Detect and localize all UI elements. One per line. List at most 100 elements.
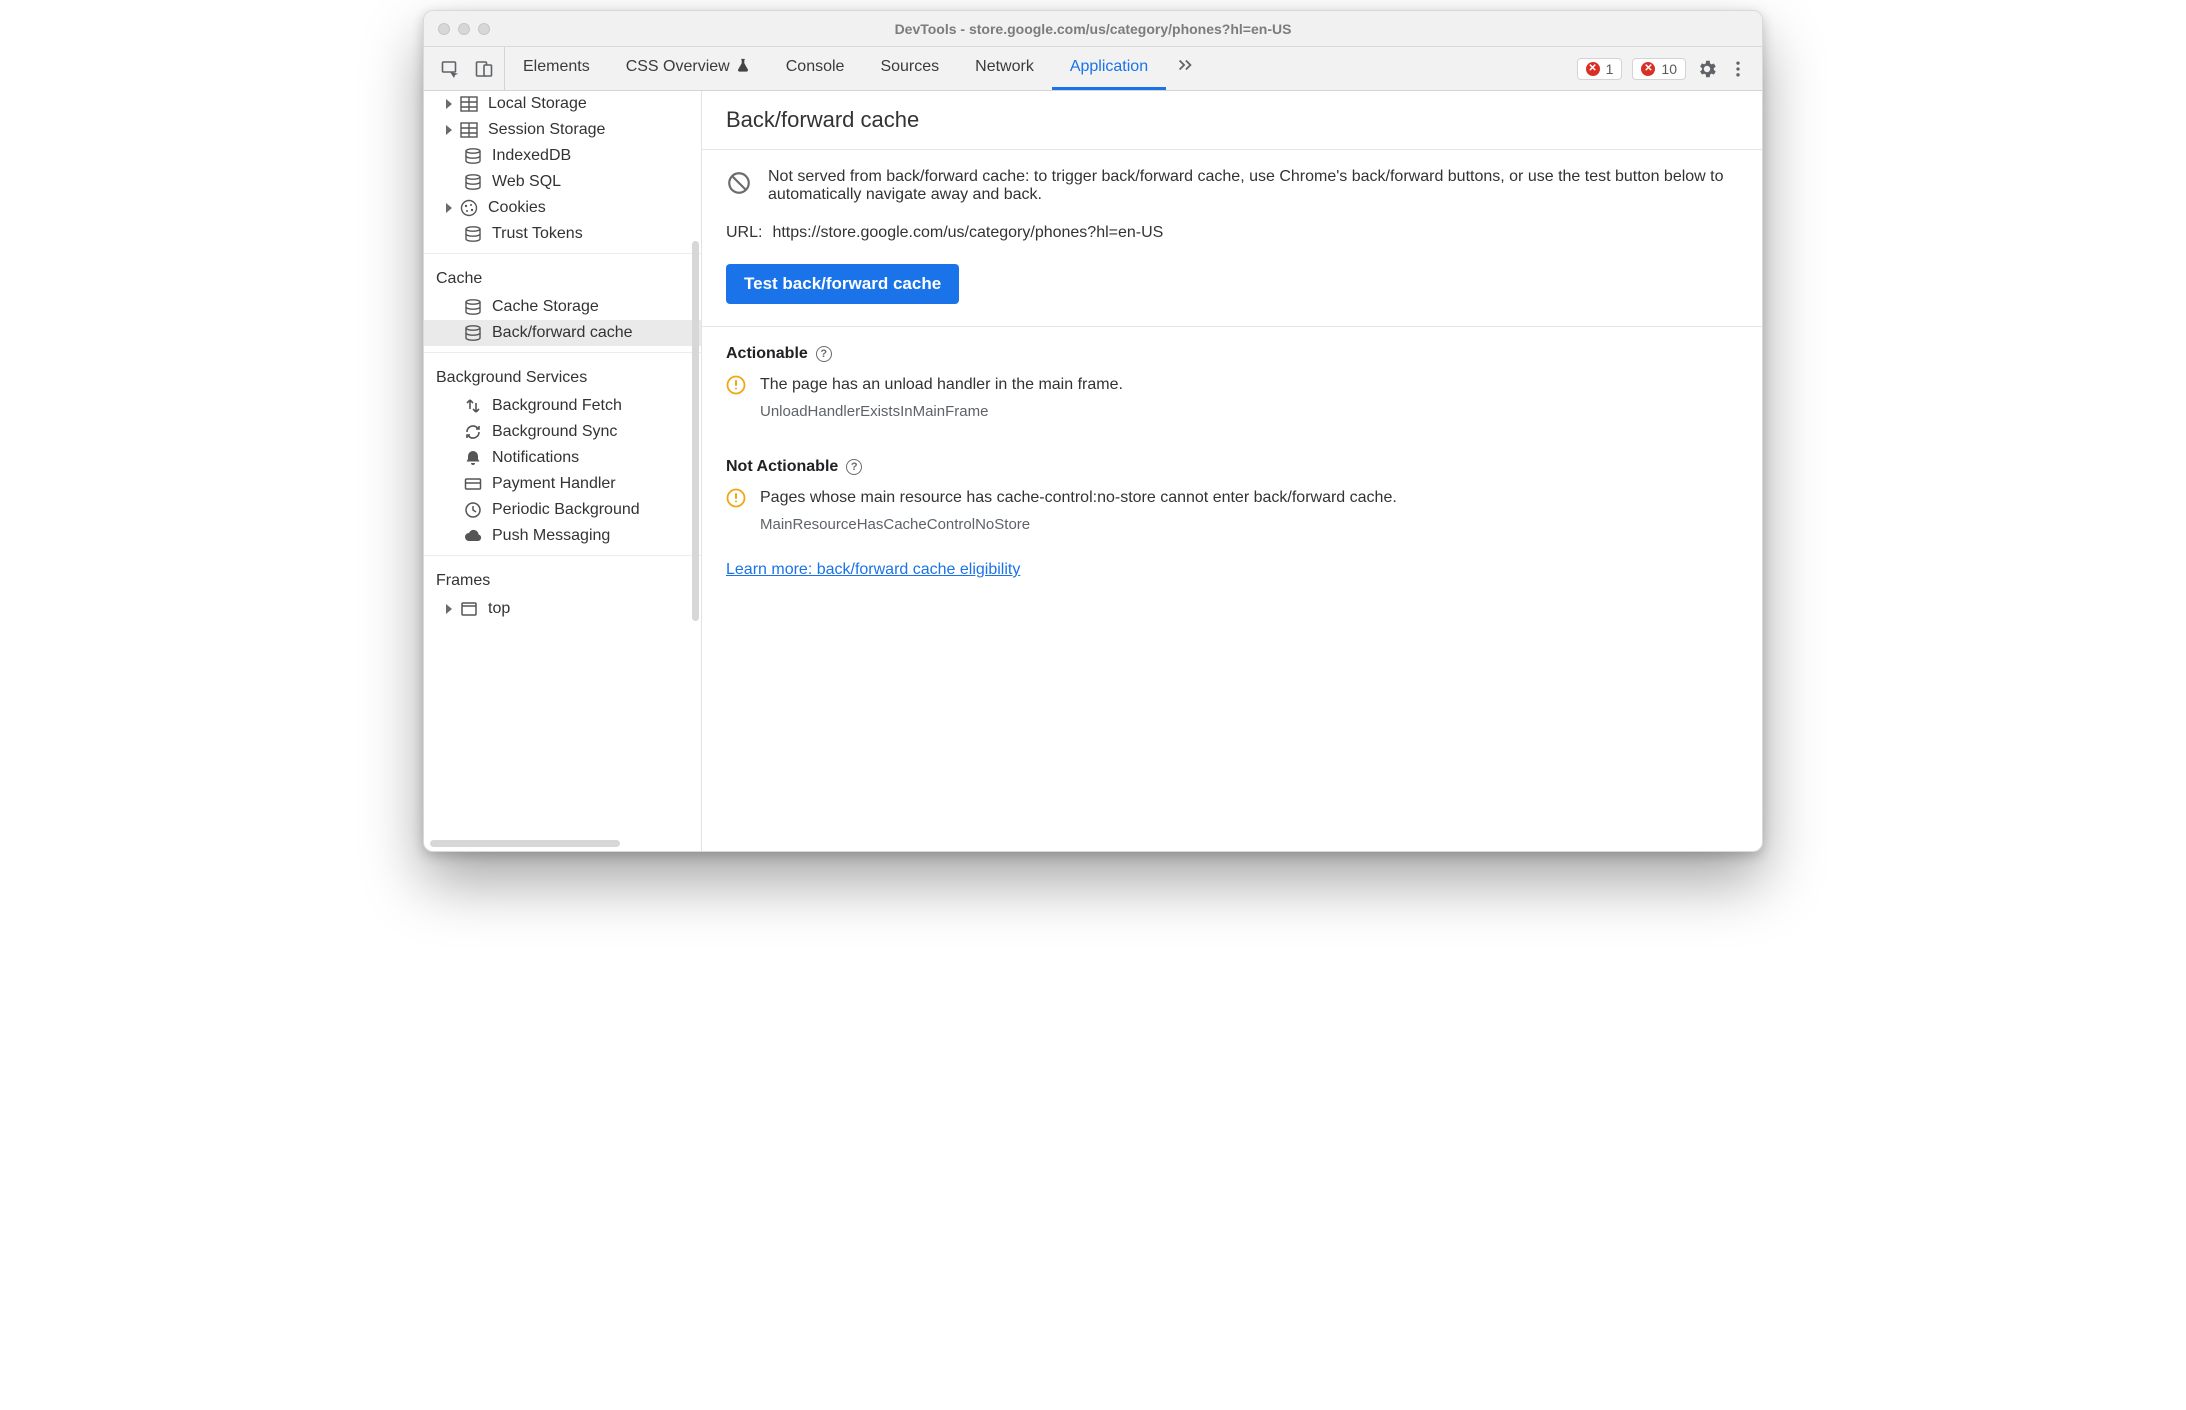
table-icon [460, 95, 478, 113]
url-value: https://store.google.com/us/category/pho… [772, 224, 1163, 242]
window-controls [424, 23, 490, 35]
device-toolbar-icon[interactable] [474, 59, 494, 79]
tab-bar: Elements CSS Overview Console Sources Ne… [424, 47, 1762, 91]
issue-count-badge[interactable]: ✕ 10 [1632, 58, 1686, 80]
error-count-badge[interactable]: ✕ 1 [1577, 58, 1623, 80]
help-icon[interactable]: ? [846, 459, 862, 475]
sidebar-item-label: Local Storage [488, 95, 587, 113]
sidebar-scrollbar[interactable] [692, 241, 699, 621]
sidebar-item-label: Cookies [488, 199, 546, 217]
issue-message: Pages whose main resource has cache-cont… [760, 489, 1397, 507]
sidebar-item-push-messaging[interactable]: Push Messaging [424, 523, 701, 549]
sidebar-item-indexeddb[interactable]: IndexedDB [424, 143, 701, 169]
database-icon [464, 173, 482, 191]
sidebar-item-label: Background Fetch [492, 397, 622, 415]
table-icon [460, 121, 478, 139]
sidebar-item-label: top [488, 600, 510, 618]
sidebar-item-trust-tokens[interactable]: Trust Tokens [424, 221, 701, 247]
error-icon: ✕ [1586, 62, 1600, 76]
tab-application[interactable]: Application [1052, 47, 1166, 90]
sync-icon [464, 423, 482, 441]
sidebar-item-periodic-bg[interactable]: Periodic Background [424, 497, 701, 523]
learn-more-link[interactable]: Learn more: back/forward cache eligibili… [726, 561, 1738, 579]
issue-code: UnloadHandlerExistsInMainFrame [726, 403, 1738, 420]
expand-icon [446, 125, 452, 135]
info-message: Not served from back/forward cache: to t… [768, 168, 1738, 204]
application-sidebar: Local Storage Session Storage IndexedDB … [424, 91, 702, 851]
actionable-heading: Actionable [726, 345, 808, 363]
tab-network[interactable]: Network [957, 47, 1052, 90]
sidebar-heading-background: Background Services [424, 359, 701, 393]
chevron-double-right-icon [1176, 56, 1194, 79]
transfer-icon [464, 397, 482, 415]
issue-message: The page has an unload handler in the ma… [760, 376, 1123, 394]
devtools-window: DevTools - store.google.com/us/category/… [423, 10, 1763, 852]
bfcache-panel: Back/forward cache Not served from back/… [702, 91, 1762, 851]
card-icon [464, 475, 482, 493]
gear-icon[interactable] [1696, 58, 1718, 80]
more-tabs[interactable] [1166, 47, 1204, 90]
help-icon[interactable]: ? [816, 346, 832, 362]
sidebar-item-label: Background Sync [492, 423, 617, 441]
sidebar-heading-frames: Frames [424, 562, 701, 596]
titlebar: DevTools - store.google.com/us/category/… [424, 11, 1762, 47]
not-actionable-heading: Not Actionable [726, 458, 838, 476]
close-dot[interactable] [438, 23, 450, 35]
tab-sources[interactable]: Sources [862, 47, 957, 90]
issue-count: 10 [1661, 61, 1677, 77]
tab-console-label: Console [786, 58, 845, 76]
sidebar-item-local-storage[interactable]: Local Storage [424, 91, 701, 117]
sidebar-item-bg-fetch[interactable]: Background Fetch [424, 393, 701, 419]
window-title: DevTools - store.google.com/us/category/… [424, 21, 1762, 37]
error-count: 1 [1606, 61, 1614, 77]
database-icon [464, 225, 482, 243]
sidebar-item-label: Periodic Background [492, 501, 640, 519]
bell-icon [464, 449, 482, 467]
issue-code: MainResourceHasCacheControlNoStore [726, 516, 1738, 533]
sidebar-hscrollbar[interactable] [430, 840, 620, 847]
sidebar-item-label: Payment Handler [492, 475, 616, 493]
flask-icon [736, 58, 750, 77]
cookie-icon [460, 199, 478, 217]
sidebar-item-bg-sync[interactable]: Background Sync [424, 419, 701, 445]
expand-icon [446, 99, 452, 109]
sidebar-item-label: IndexedDB [492, 147, 571, 165]
sidebar-item-label: Web SQL [492, 173, 561, 191]
sidebar-item-payment-handler[interactable]: Payment Handler [424, 471, 701, 497]
minimize-dot[interactable] [458, 23, 470, 35]
sidebar-item-notifications[interactable]: Notifications [424, 445, 701, 471]
sidebar-item-cookies[interactable]: Cookies [424, 195, 701, 221]
database-icon [464, 147, 482, 165]
tab-network-label: Network [975, 58, 1034, 76]
sidebar-item-label: Push Messaging [492, 527, 610, 545]
database-icon [464, 298, 482, 316]
warning-icon [726, 488, 746, 508]
tab-elements-label: Elements [523, 58, 590, 76]
test-bfcache-button[interactable]: Test back/forward cache [726, 264, 959, 304]
sidebar-item-session-storage[interactable]: Session Storage [424, 117, 701, 143]
database-icon [464, 324, 482, 342]
sidebar-item-label: Trust Tokens [492, 225, 583, 243]
sidebar-item-cache-storage[interactable]: Cache Storage [424, 294, 701, 320]
tab-application-label: Application [1070, 58, 1148, 76]
sidebar-item-label: Notifications [492, 449, 579, 467]
tab-css-overview[interactable]: CSS Overview [608, 47, 768, 90]
sidebar-item-bfcache[interactable]: Back/forward cache [424, 320, 701, 346]
sidebar-item-label: Session Storage [488, 121, 605, 139]
zoom-dot[interactable] [478, 23, 490, 35]
sidebar-item-frame-top[interactable]: top [424, 596, 701, 622]
sidebar-item-label: Back/forward cache [492, 324, 633, 342]
url-label: URL: [726, 224, 762, 242]
tab-css-overview-label: CSS Overview [626, 58, 730, 76]
cloud-icon [464, 527, 482, 545]
tab-elements[interactable]: Elements [505, 47, 608, 90]
expand-icon [446, 604, 452, 614]
sidebar-item-websql[interactable]: Web SQL [424, 169, 701, 195]
page-title: Back/forward cache [702, 91, 1762, 150]
kebab-icon[interactable] [1728, 59, 1748, 79]
prohibit-icon [726, 168, 752, 196]
inspect-icon[interactable] [440, 59, 460, 79]
tab-console[interactable]: Console [768, 47, 863, 90]
warning-icon [726, 375, 746, 395]
sidebar-heading-cache: Cache [424, 260, 701, 294]
